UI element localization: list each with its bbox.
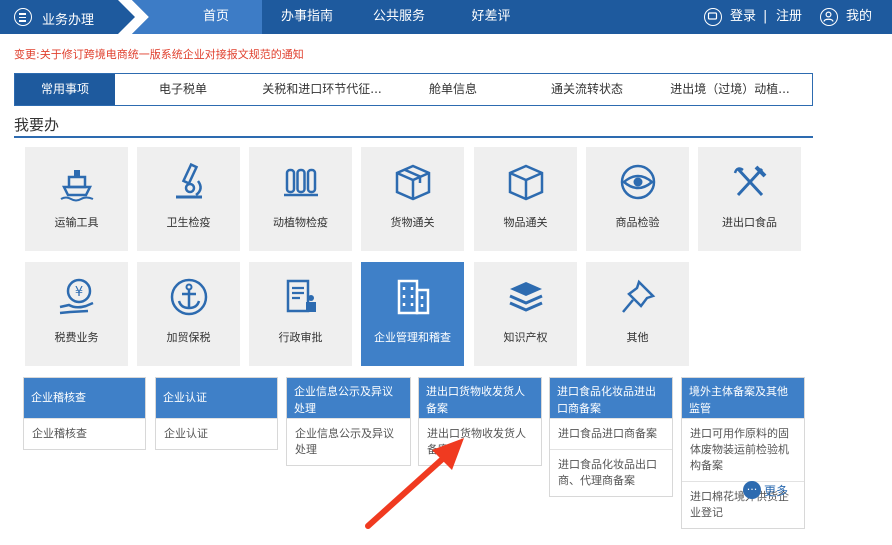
tile-label: 税费业务: [54, 331, 99, 344]
tile-admin-approval[interactable]: 行政审批: [249, 262, 352, 366]
more-label: 更多: [764, 484, 789, 498]
tile-label: 进出口食品: [722, 216, 777, 229]
category-tabs: 常用事项 电子税单 关税和进口环节代征... 舱单信息 通关流转状态 进出境（过…: [14, 73, 813, 106]
tile-processing-bonded[interactable]: 加贸保税: [137, 262, 240, 366]
yuan-hand-icon: ¥: [56, 276, 98, 318]
microscope-icon: [168, 161, 210, 203]
document-stamp-icon: [280, 276, 322, 318]
card-title[interactable]: 进口食品化妆品进出口商备案: [550, 378, 672, 418]
login-icon[interactable]: [704, 8, 722, 26]
tile-label: 企业管理和稽查: [374, 331, 451, 344]
card-consignor-filing: 进出口货物收发货人备案 进出口货物收发货人备案: [418, 377, 542, 466]
ship-icon: [56, 161, 98, 203]
tile-label: 货物通关: [390, 216, 435, 229]
svg-text:¥: ¥: [75, 285, 83, 300]
pin-icon: [617, 276, 659, 318]
tile-commodity-inspection[interactable]: 商品检验: [586, 147, 689, 251]
card-item[interactable]: 进口食品化妆品出口商、代理商备案: [550, 449, 672, 496]
tab-e-tax[interactable]: 电子税单: [131, 74, 235, 105]
register-link[interactable]: 注册: [776, 0, 802, 34]
mine-link[interactable]: 我的: [846, 0, 872, 34]
nav-guide[interactable]: 办事指南: [270, 0, 344, 34]
card-title[interactable]: 进出口货物收发货人备案: [419, 378, 541, 418]
package-icon: [392, 161, 434, 203]
tile-cargo-clearance[interactable]: 货物通关: [361, 147, 464, 251]
tile-health-quarantine[interactable]: 卫生检疫: [137, 147, 240, 251]
card-item[interactable]: 企业认证: [156, 418, 277, 449]
tile-transport[interactable]: 运输工具: [25, 147, 128, 251]
nav-public-service[interactable]: 公共服务: [362, 0, 436, 34]
card-item[interactable]: 进口食品进口商备案: [550, 418, 672, 449]
nav-review[interactable]: 好差评: [454, 0, 528, 34]
card-item[interactable]: 进口可用作原料的固体废物装运前检验机构备案: [682, 418, 804, 481]
card-enterprise-certification: 企业认证 企业认证: [155, 377, 278, 450]
tab-tariff[interactable]: 关税和进口环节代征...: [243, 74, 401, 105]
section-divider: [14, 136, 813, 138]
top-nav-bar: 业务办理 首页 办事指南 公共服务 好差评 登录 | 注册 我的: [0, 0, 892, 34]
tile-label: 动植物检疫: [273, 216, 328, 229]
eye-icon: [617, 161, 659, 203]
card-title[interactable]: 企业信息公示及异议处理: [287, 378, 410, 418]
tile-import-export-food[interactable]: 进出口食品: [698, 147, 801, 251]
tile-label: 其他: [626, 331, 649, 344]
tile-label: 知识产权: [503, 331, 548, 344]
card-title[interactable]: 企业认证: [156, 378, 277, 418]
card-title[interactable]: 境外主体备案及其他监管: [682, 378, 804, 418]
more-icon: ···: [743, 481, 761, 499]
tile-plant-animal-quarantine[interactable]: 动植物检疫: [249, 147, 352, 251]
cube-icon: [505, 161, 547, 203]
tile-label: 卫生检疫: [166, 216, 211, 229]
user-icon[interactable]: [820, 8, 838, 26]
login-link[interactable]: 登录: [730, 0, 756, 34]
card-enterprise-audit: 企业稽核查 企业稽核查: [23, 377, 146, 450]
tile-label: 加贸保税: [166, 331, 211, 344]
fork-knife-icon: [729, 161, 771, 203]
tab-clearance-status[interactable]: 通关流转状态: [529, 74, 645, 105]
business-menu[interactable]: 业务办理: [0, 0, 120, 34]
card-item[interactable]: 企业稽核查: [24, 418, 145, 449]
tile-tax-fee[interactable]: ¥ 税费业务: [25, 262, 128, 366]
tile-enterprise-management[interactable]: 企业管理和稽查: [361, 262, 464, 366]
card-food-cosmetics-filing: 进口食品化妆品进出口商备案 进口食品进口商备案 进口食品化妆品出口商、代理商备案: [549, 377, 673, 497]
section-title: 我要办: [14, 116, 60, 134]
building-icon: [392, 276, 434, 318]
tab-common[interactable]: 常用事项: [15, 74, 115, 105]
business-menu-label: 业务办理: [42, 13, 95, 28]
nav-divider: |: [763, 9, 768, 24]
tab-quarantine[interactable]: 进出境（过境）动植...: [655, 74, 805, 105]
nav-home[interactable]: 首页: [170, 0, 262, 34]
card-item[interactable]: 企业信息公示及异议处理: [287, 418, 410, 465]
card-title[interactable]: 企业稽核查: [24, 378, 145, 418]
tile-label: 物品通关: [503, 216, 548, 229]
card-overseas-filing: 境外主体备案及其他监管 进口可用作原料的固体废物装运前检验机构备案 进口棉花境外…: [681, 377, 805, 529]
tile-label: 商品检验: [615, 216, 660, 229]
tile-intellectual-property[interactable]: 知识产权: [474, 262, 577, 366]
tab-manifest[interactable]: 舱单信息: [405, 74, 501, 105]
layers-icon: [505, 276, 547, 318]
menu-icon: [14, 8, 32, 26]
anchor-icon: [168, 276, 210, 318]
tile-label: 行政审批: [278, 331, 323, 344]
card-info-disclosure: 企业信息公示及异议处理 企业信息公示及异议处理: [286, 377, 411, 466]
tile-label: 运输工具: [54, 216, 99, 229]
test-tubes-icon: [280, 161, 322, 203]
notice-link[interactable]: 变更:关于修订跨境电商统一版系统企业对接报文规范的通知: [14, 46, 304, 62]
tile-article-clearance[interactable]: 物品通关: [474, 147, 577, 251]
card-item[interactable]: 进出口货物收发货人备案: [419, 418, 541, 465]
tile-other[interactable]: 其他: [586, 262, 689, 366]
